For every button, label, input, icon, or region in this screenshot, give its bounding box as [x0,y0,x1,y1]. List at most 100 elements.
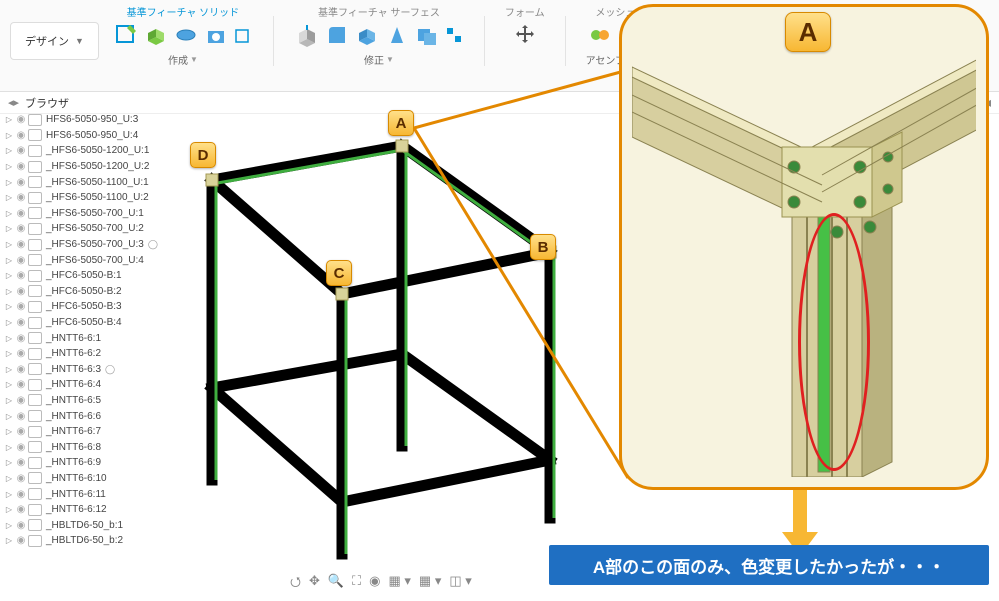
visibility-icon[interactable]: ◉ [14,223,28,234]
tree-item-label: _HFC6-5050-B:3 [46,301,122,312]
visibility-icon[interactable]: ◉ [14,333,28,344]
twisty-icon[interactable]: ▷ [4,302,14,311]
design-dropdown[interactable]: デザイン ▼ [10,22,99,60]
visibility-icon[interactable]: ◉ [14,161,28,172]
twisty-icon[interactable]: ▷ [4,162,14,171]
twisty-icon[interactable]: ▷ [4,443,14,452]
visibility-icon[interactable]: ◉ [14,130,28,141]
align-icon[interactable] [444,25,464,45]
look-icon[interactable]: ◉ [369,573,380,595]
twisty-icon[interactable]: ▷ [4,505,14,514]
visibility-icon[interactable]: ◉ [14,286,28,297]
shell-icon[interactable] [354,22,380,48]
tree-item-label: _HFS6-5050-700_U:4 [46,255,144,266]
tree-item-label: _HNTT6-6:12 [46,504,107,515]
separator [565,16,566,66]
visibility-icon[interactable]: ◉ [14,255,28,266]
twisty-icon[interactable]: ▷ [4,536,14,545]
twisty-icon[interactable]: ▷ [4,240,14,249]
badge-D: D [190,142,216,168]
group-label-create[interactable]: 作成▼ [168,52,198,67]
visibility-icon[interactable]: ◉ [14,520,28,531]
twisty-icon[interactable]: ▷ [4,490,14,499]
twisty-icon[interactable]: ▷ [4,349,14,358]
display-icon[interactable]: ▦ ▾ [389,573,411,595]
group-surface-modify: 基準フィーチャ サーフェス 修正▼ [294,4,464,67]
tree-item-label: _HFC6-5050-B:4 [46,317,122,328]
twisty-icon[interactable]: ▷ [4,287,14,296]
revolve-icon[interactable] [173,22,199,48]
badge-A-large: A [785,12,831,52]
twisty-icon[interactable]: ▷ [4,365,14,374]
presspull-icon[interactable] [294,22,320,48]
tab-form[interactable]: フォーム [505,4,545,18]
group-label-modify[interactable]: 修正▼ [364,52,394,67]
twisty-icon[interactable]: ▷ [4,412,14,421]
visibility-icon[interactable]: ◉ [14,473,28,484]
component-icon [28,270,42,282]
visibility-icon[interactable]: ◉ [14,177,28,188]
visibility-icon[interactable]: ◉ [14,489,28,500]
joint-icon[interactable] [587,22,613,48]
twisty-icon[interactable]: ▷ [4,131,14,140]
twisty-icon[interactable]: ▷ [4,521,14,530]
combine-icon[interactable] [414,22,440,48]
grid-icon[interactable]: ▦ ▾ [419,573,441,595]
twisty-icon[interactable]: ▷ [4,396,14,405]
visibility-icon[interactable]: ◉ [14,379,28,390]
visibility-icon[interactable]: ◉ [14,208,28,219]
tree-item-label: _HFS6-5050-1200_U:2 [46,161,149,172]
visibility-icon[interactable]: ◉ [14,504,28,515]
twisty-icon[interactable]: ▷ [4,256,14,265]
twisty-icon[interactable]: ▷ [4,380,14,389]
move-icon[interactable] [512,22,538,48]
model-3d-frame[interactable] [170,120,600,560]
visibility-icon[interactable]: ◉ [14,535,28,546]
viewport-icon[interactable]: ◫ ▾ [449,573,471,595]
twisty-icon[interactable]: ▷ [4,146,14,155]
box-icon[interactable] [233,25,253,45]
tab-surface[interactable]: 基準フィーチャ サーフェス [318,4,440,18]
twisty-icon[interactable]: ▷ [4,458,14,467]
zoom-icon[interactable]: 🔍 [328,573,344,595]
visibility-icon[interactable]: ◉ [14,442,28,453]
visibility-icon[interactable]: ◉ [14,426,28,437]
visibility-icon[interactable]: ◉ [14,348,28,359]
visibility-icon[interactable]: ◉ [14,364,28,375]
twisty-icon[interactable]: ▷ [4,318,14,327]
hole-icon[interactable] [203,22,229,48]
twisty-icon[interactable]: ▷ [4,193,14,202]
visibility-icon[interactable]: ◉ [14,457,28,468]
tree-item-label: _HFS6-5050-1100_U:1 [46,177,149,188]
extrude-icon[interactable] [143,22,169,48]
twisty-icon[interactable]: ▷ [4,474,14,483]
component-icon [28,348,42,360]
orbit-icon[interactable]: ⭯ [290,573,301,595]
twisty-icon[interactable]: ▷ [4,427,14,436]
browser-nav-icon[interactable]: ◂▸ [8,96,19,109]
tab-solid[interactable]: 基準フィーチャ ソリッド [127,4,239,18]
visibility-icon[interactable]: ◉ [14,317,28,328]
twisty-icon[interactable]: ▷ [4,334,14,343]
twisty-icon[interactable]: ▷ [4,224,14,233]
visibility-icon[interactable]: ◉ [14,192,28,203]
visibility-icon[interactable]: ◉ [14,114,28,125]
visibility-icon[interactable]: ◉ [14,411,28,422]
twisty-icon[interactable]: ▷ [4,209,14,218]
draft-icon[interactable] [384,22,410,48]
visibility-icon[interactable]: ◉ [14,301,28,312]
tree-item-label: _HBLTD6-50_b:2 [46,535,123,546]
twisty-icon[interactable]: ▷ [4,178,14,187]
sketch-icon[interactable] [113,22,139,48]
fit-icon[interactable]: ⛶ [352,573,361,595]
visibility-icon[interactable]: ◉ [14,270,28,281]
component-icon [28,535,42,547]
visibility-icon[interactable]: ◉ [14,145,28,156]
viewport[interactable]: A B C D [160,100,630,590]
fillet-icon[interactable] [324,22,350,48]
twisty-icon[interactable]: ▷ [4,115,14,124]
visibility-icon[interactable]: ◉ [14,395,28,406]
pan-icon[interactable]: ✥ [309,573,320,595]
twisty-icon[interactable]: ▷ [4,271,14,280]
visibility-icon[interactable]: ◉ [14,239,28,250]
